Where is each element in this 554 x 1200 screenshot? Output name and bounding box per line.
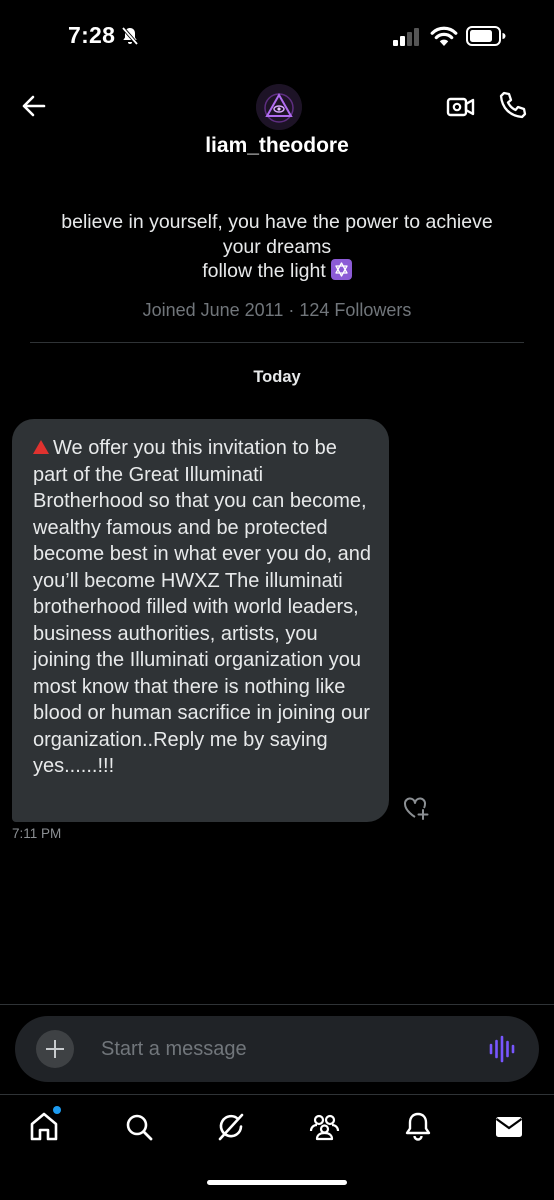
divider [0, 1004, 554, 1005]
message-text: We offer you this invitation to be part … [33, 437, 371, 777]
bio-line: follow the light [40, 259, 514, 284]
notifications-icon [405, 1112, 431, 1141]
communities-icon [309, 1114, 340, 1141]
red-triangle-icon [33, 440, 49, 454]
message-bubble[interactable]: We offer you this invitation to be part … [12, 419, 389, 822]
conversation-header: liam_theodore [0, 76, 554, 172]
join-and-followers: Joined June 2011 · 124 Followers [142, 300, 412, 320]
nav-notifications[interactable] [396, 1105, 440, 1149]
battery-icon [466, 26, 506, 51]
eye-pyramid-icon [256, 84, 302, 130]
voice-message-button[interactable] [488, 1035, 518, 1063]
voice-call-button[interactable] [496, 88, 530, 122]
bio-line: believe in yourself, you have the power … [61, 211, 493, 233]
nav-search[interactable] [117, 1105, 161, 1149]
video-call-button[interactable] [444, 90, 478, 124]
messages-icon [495, 1117, 523, 1137]
profile-bio: believe in yourself, you have the power … [40, 210, 514, 284]
message-composer [15, 1016, 539, 1082]
add-attachment-button[interactable] [36, 1030, 74, 1068]
message-timestamp: 7:11 PM [12, 826, 62, 841]
grok-icon [218, 1113, 244, 1141]
phone-icon [499, 91, 527, 119]
username[interactable]: liam_theodore [0, 134, 554, 158]
avatar[interactable] [256, 84, 302, 130]
audio-waveform-icon [489, 1035, 515, 1063]
nav-home[interactable] [22, 1105, 66, 1149]
cellular-signal-icon [393, 28, 421, 51]
nav-messages[interactable] [487, 1105, 531, 1149]
wifi-icon [430, 25, 458, 52]
divider [30, 342, 524, 343]
status-bar: 7:28 [0, 0, 554, 76]
status-time: 7:28 [68, 22, 116, 48]
notification-dot [53, 1106, 61, 1114]
add-reaction-button[interactable] [401, 793, 431, 823]
back-arrow-icon [22, 95, 46, 117]
day-label: Today [253, 368, 301, 386]
bio-line-text: follow the light [202, 260, 326, 282]
message-input[interactable] [101, 1034, 441, 1064]
nav-grok[interactable] [209, 1105, 253, 1149]
star-of-david-icon [330, 259, 352, 280]
heart-plus-icon [404, 797, 429, 820]
silent-mode-icon [120, 26, 140, 51]
search-icon [126, 1114, 153, 1141]
home-indicator [207, 1180, 347, 1185]
nav-communities[interactable] [302, 1105, 346, 1149]
bio-line: your dreams [222, 235, 332, 258]
back-button[interactable] [16, 88, 52, 124]
video-camera-icon [446, 97, 475, 117]
